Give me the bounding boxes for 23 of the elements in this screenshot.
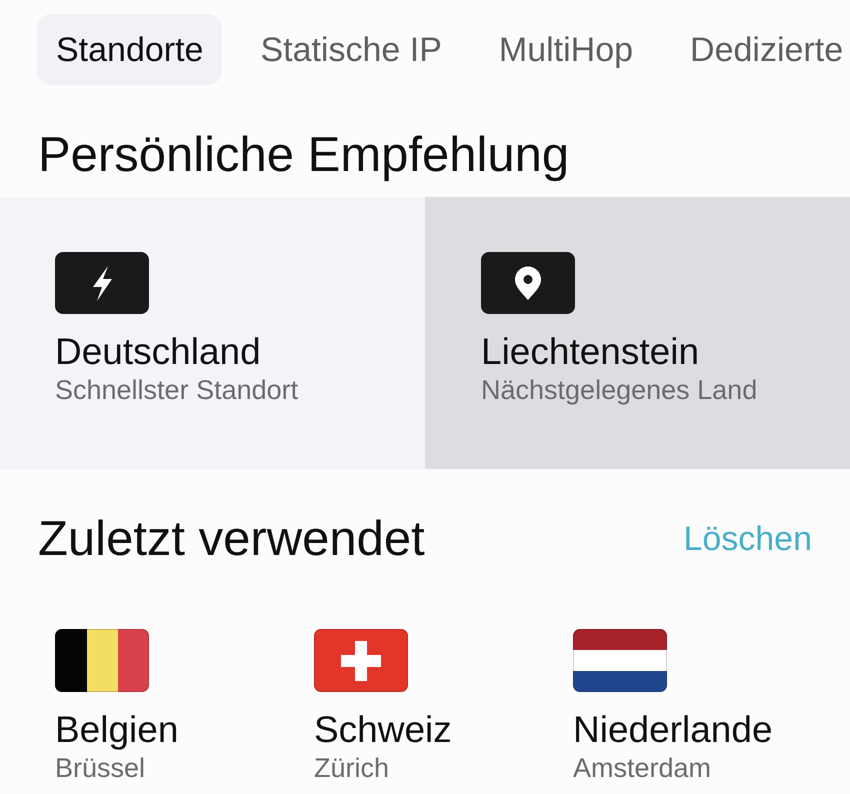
recommendation-card[interactable]: Deutschland Schnellster Standort xyxy=(0,197,425,469)
swiss-flag-icon[interactable] xyxy=(314,629,408,692)
location-pin-icon xyxy=(481,252,575,314)
tab[interactable]: Statische IP xyxy=(241,14,461,85)
city-name: Brüssel xyxy=(55,752,146,784)
country-name[interactable]: Niederlande xyxy=(573,708,773,752)
netherlands-flag-icon[interactable] xyxy=(573,629,667,692)
tab[interactable]: Standorte xyxy=(37,14,222,85)
country-name[interactable]: Belgien xyxy=(55,708,178,752)
bolt-icon xyxy=(55,252,149,314)
country-name: Deutschland xyxy=(55,330,261,374)
section-heading: Persönliche Empfehlung xyxy=(38,127,570,183)
location-subtitle: Nächstgelegenes Land xyxy=(481,374,758,406)
belgium-flag-icon[interactable] xyxy=(55,629,149,692)
tab[interactable]: MultiHop xyxy=(480,14,652,85)
country-name: Liechtenstein xyxy=(481,330,700,374)
location-subtitle: Schnellster Standort xyxy=(55,374,298,406)
recommendation-card[interactable]: Liechtenstein Nächstgelegenes Land xyxy=(425,197,850,469)
city-name: Zürich xyxy=(314,752,390,784)
country-name[interactable]: Schweiz xyxy=(314,708,452,752)
section-heading: Zuletzt verwendet xyxy=(38,511,425,567)
tab[interactable]: Dedizierte xyxy=(671,14,850,85)
city-name: Amsterdam xyxy=(573,752,712,784)
